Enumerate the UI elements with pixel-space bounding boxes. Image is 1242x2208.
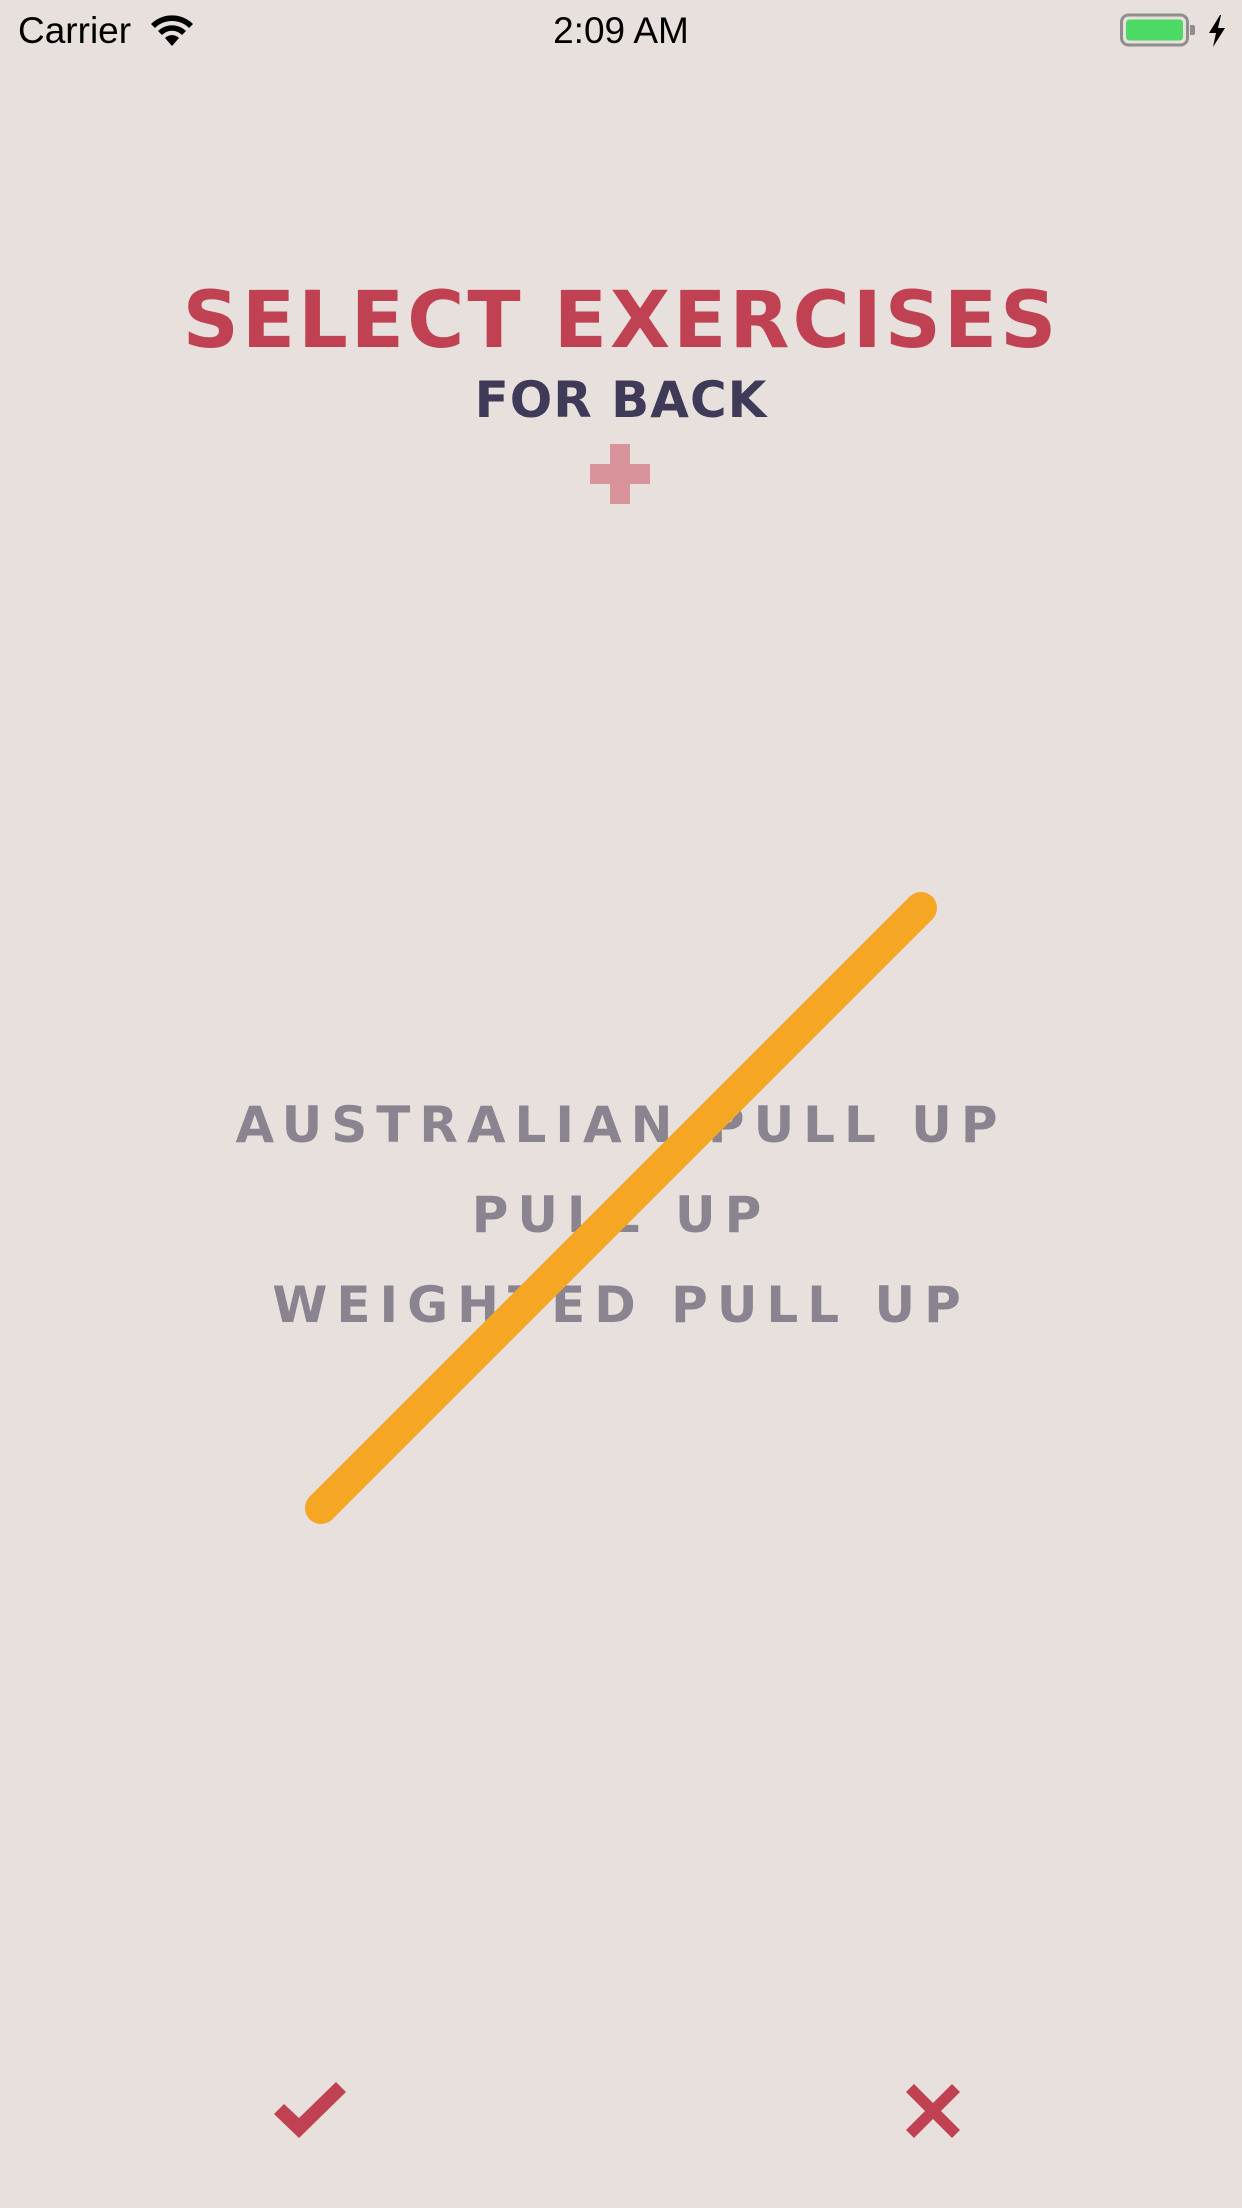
exercise-item-weighted-pull-up[interactable]: WEIGHTED PULL UP: [0, 1260, 1242, 1350]
exercise-list: AUSTRALIAN PULL UP PULL UP WEIGHTED PULL…: [0, 1080, 1242, 1350]
page-subtitle: FOR BACK: [474, 371, 768, 429]
checkmark-icon: [274, 2082, 346, 2138]
confirm-button[interactable]: [270, 2078, 350, 2142]
cancel-button[interactable]: [904, 2082, 962, 2140]
battery-icon: [1120, 13, 1195, 47]
exercise-item-pull-up[interactable]: PULL UP: [0, 1170, 1242, 1260]
add-exercise-button[interactable]: [588, 442, 652, 506]
close-icon: [906, 2084, 960, 2138]
exercise-item-australian-pull-up[interactable]: AUSTRALIAN PULL UP: [0, 1080, 1242, 1170]
status-bar: Carrier 2:09 AM: [0, 0, 1242, 60]
plus-icon: [590, 444, 650, 504]
page-title: SELECT EXERCISES: [182, 276, 1060, 366]
charging-bolt-icon: [1209, 15, 1225, 47]
clock: 2:09 AM: [553, 10, 689, 51]
